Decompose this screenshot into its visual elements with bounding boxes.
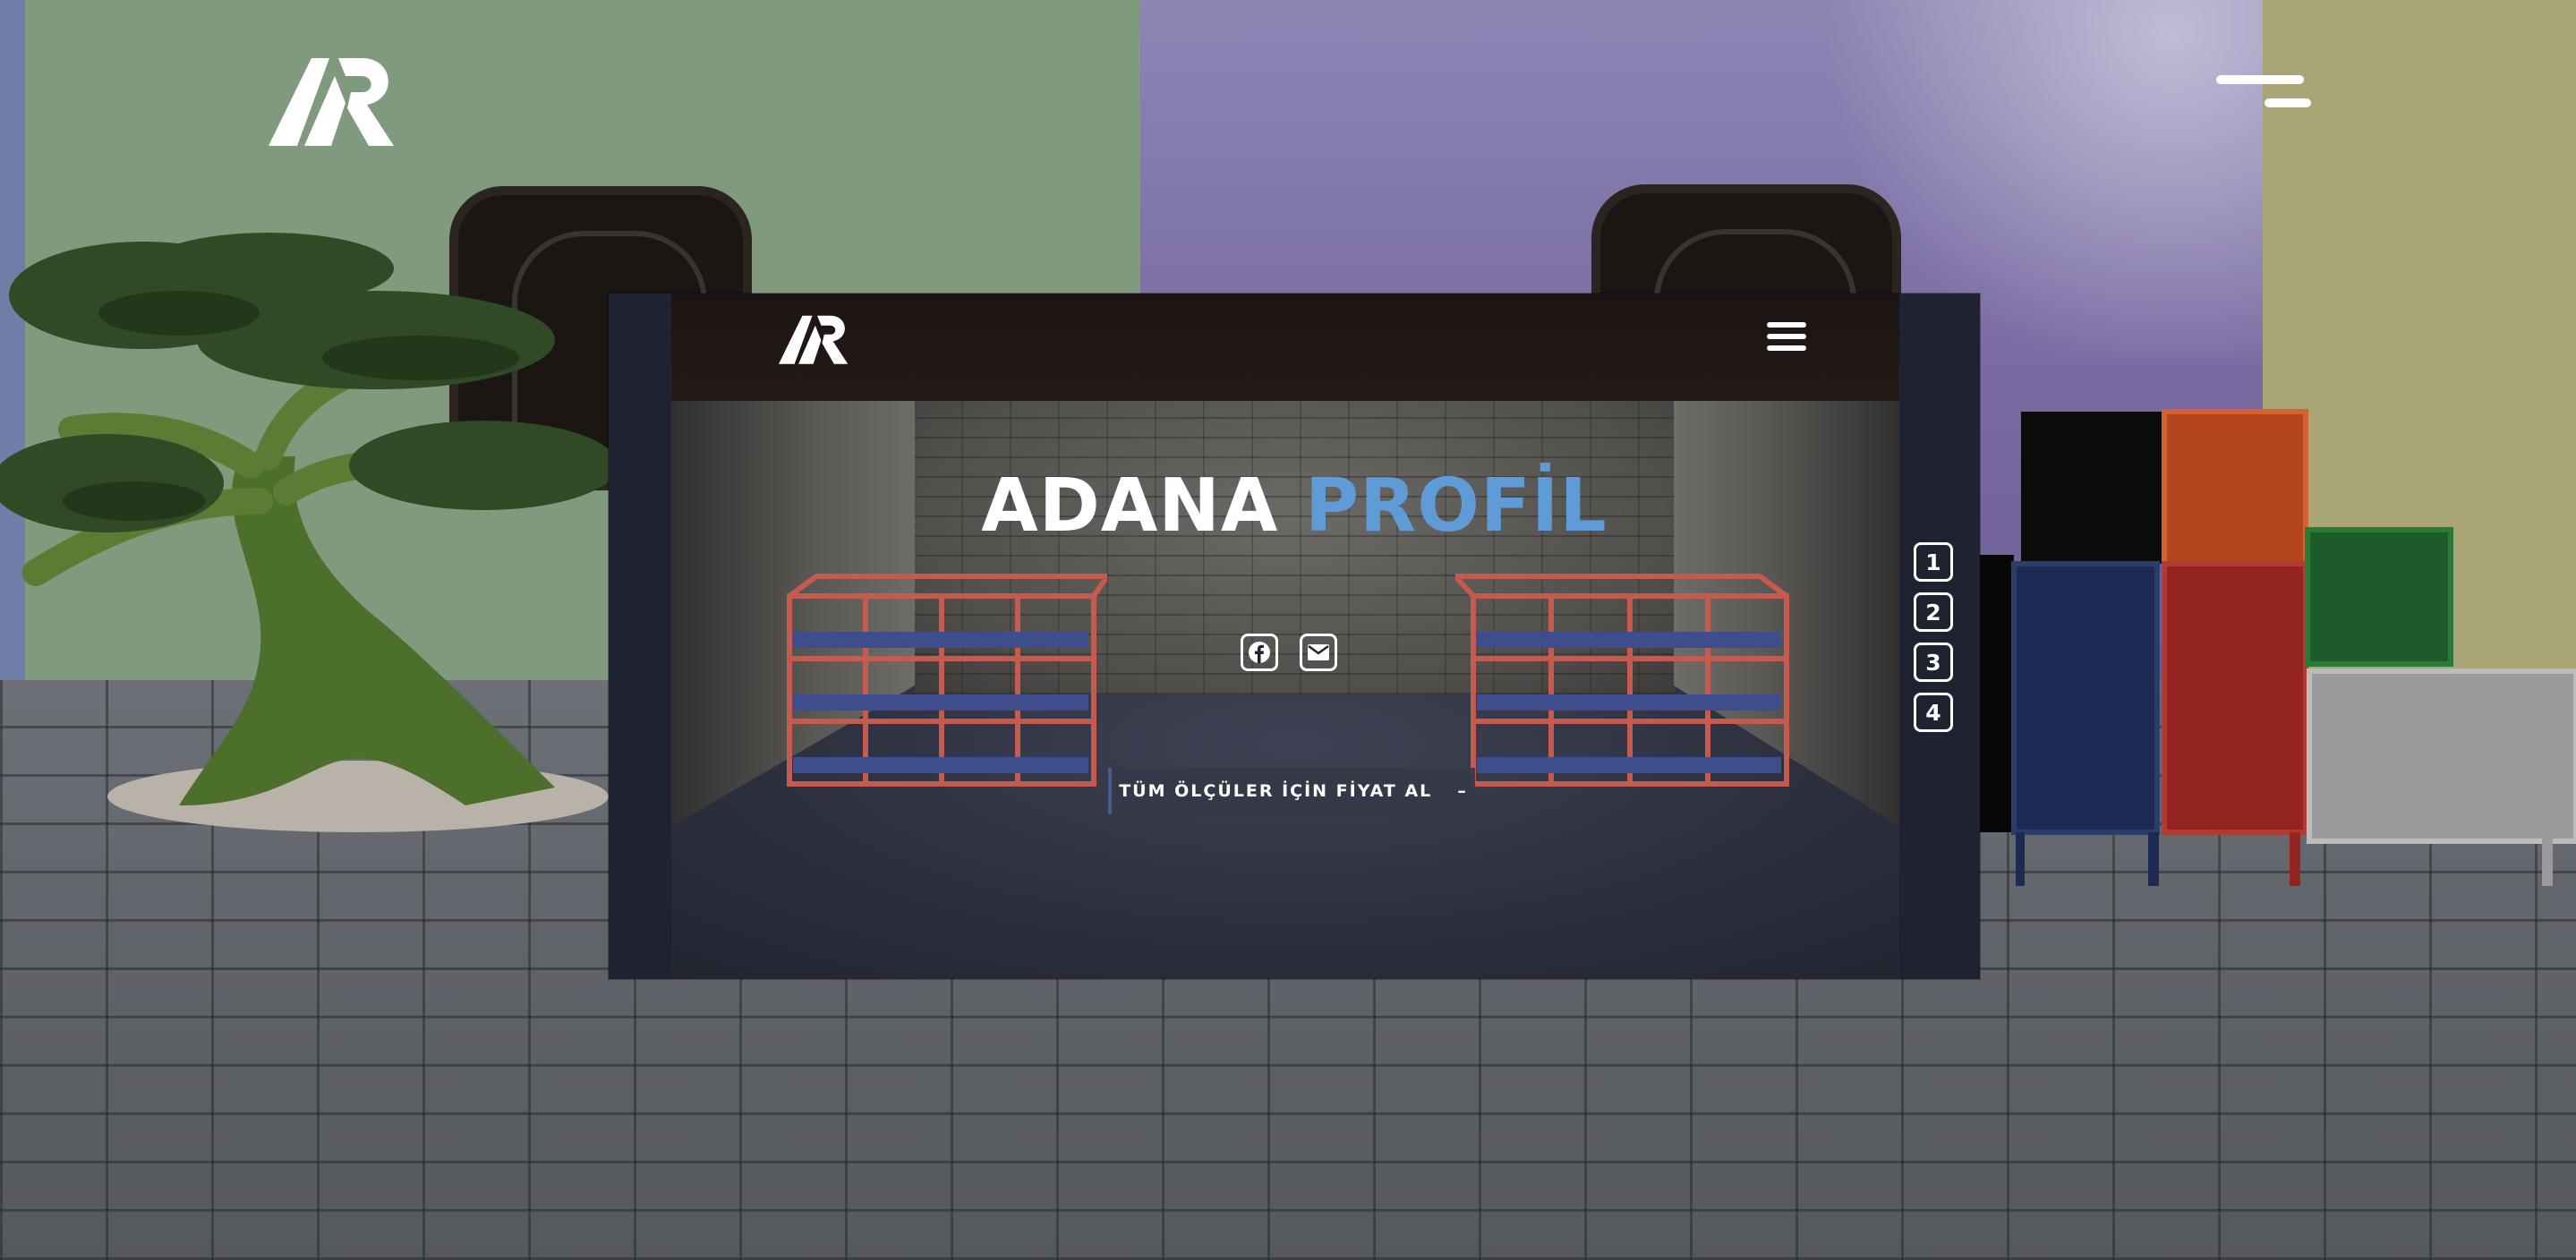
ap-logo-icon[interactable]	[269, 49, 398, 146]
page-4-button[interactable]: 4	[1914, 693, 1953, 732]
page-1-button[interactable]: 1	[1914, 542, 1953, 582]
get-price-label: TÜM ÖLÇÜLER İÇİN FİYAT AL	[1119, 781, 1433, 801]
lockers	[1978, 409, 2576, 886]
profile-rack-right	[1455, 574, 1789, 787]
hamburger-menu-icon[interactable]	[1767, 322, 1806, 353]
room-side-right	[1899, 294, 1980, 979]
dash-icon: –	[1457, 781, 1468, 801]
get-price-button[interactable]: TÜM ÖLÇÜLER İÇİN FİYAT AL –	[1108, 768, 1475, 814]
page-2-button[interactable]: 2	[1914, 592, 1953, 632]
hamburger-menu-icon[interactable]	[2213, 75, 2311, 122]
page-3-button[interactable]: 3	[1914, 643, 1953, 682]
facebook-icon[interactable]	[1241, 634, 1278, 671]
profile-rack-left	[787, 574, 1107, 787]
hero-title-part2: PROFİL	[1304, 464, 1608, 549]
room-side-left	[609, 294, 671, 979]
hero-title: ADANA PROFİL	[609, 464, 1980, 549]
bonsai-tree	[0, 233, 618, 832]
site-preview-panel: ADANA PROFİL TÜM ÖLÇÜLER İÇİN FİYAT AL –…	[609, 294, 1980, 979]
hero-title-part1: ADANA	[981, 464, 1279, 549]
envelope-icon[interactable]	[1300, 634, 1337, 671]
ap-logo-icon[interactable]	[779, 310, 850, 365]
